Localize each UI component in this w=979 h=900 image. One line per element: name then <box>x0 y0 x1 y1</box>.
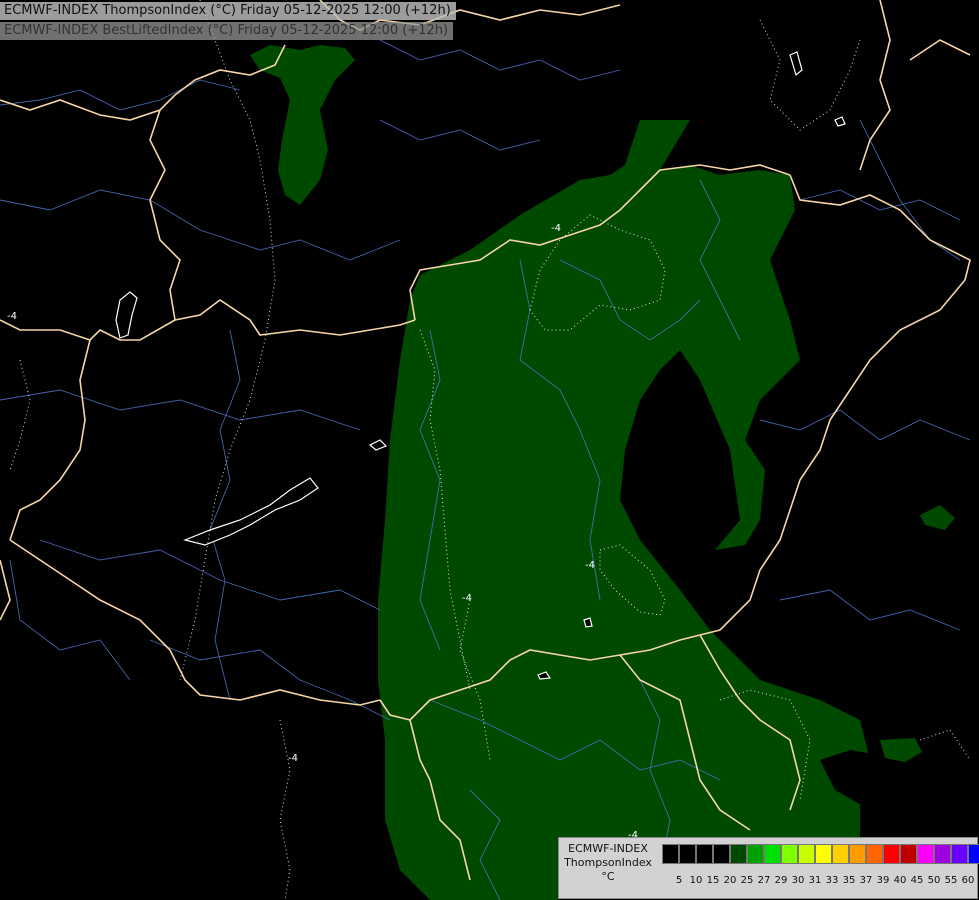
contour-label: -4 <box>585 560 595 571</box>
legend-tick-label: 31 <box>808 875 822 886</box>
legend-swatch <box>798 844 815 864</box>
legend-swatch <box>662 844 679 864</box>
legend-ticks: 5 10 15 20 25 27 29 30 31 33 35 37 39 40 45 50 55 60 <box>662 875 975 889</box>
legend-title-line2: ThompsonIndex <box>564 856 652 869</box>
legend-tick-label: 25 <box>740 875 754 886</box>
legend-swatch <box>934 844 951 864</box>
legend-swatch <box>917 844 934 864</box>
legend-tick-label: 60 <box>961 875 975 886</box>
legend-swatch <box>781 844 798 864</box>
legend-swatch <box>849 844 866 864</box>
legend-swatch <box>832 844 849 864</box>
legend-swatch <box>764 844 781 864</box>
legend-swatch <box>713 844 730 864</box>
color-legend: ECMWF-INDEX ThompsonIndex °C 5 10 15 20 25 27… <box>558 837 979 899</box>
legend-tick-label: 37 <box>859 875 873 886</box>
legend-label: ECMWF-INDEX ThompsonIndex °C <box>561 842 655 884</box>
map-title-secondary: ECMWF-INDEX BestLiftedIndex (°C) Friday … <box>0 22 454 40</box>
weather-map: -4 -4 -4 -4 -4 -4 <box>0 0 979 900</box>
legend-swatch <box>900 844 917 864</box>
legend-tick-label: 30 <box>791 875 805 886</box>
legend-unit: °C <box>601 870 615 883</box>
legend-tick-label: 5 <box>675 875 683 886</box>
legend-swatch <box>951 844 968 864</box>
legend-swatch <box>696 844 713 864</box>
legend-tick-label: 39 <box>876 875 890 886</box>
legend-tick-label: 15 <box>706 875 720 886</box>
contour-label: -4 <box>7 311 17 322</box>
lake-small-4 <box>583 617 593 628</box>
contour-label: -4 <box>288 753 298 764</box>
legend-tick-label: 45 <box>910 875 924 886</box>
legend-tick-label: 35 <box>842 875 856 886</box>
legend-swatch <box>815 844 832 864</box>
legend-tick-label: 29 <box>774 875 788 886</box>
legend-swatch <box>866 844 883 864</box>
legend-swatch <box>747 844 764 864</box>
map-title-primary: ECMWF-INDEX ThompsonIndex (°C) Friday 05… <box>0 2 456 20</box>
legend-tick-label: 50 <box>927 875 941 886</box>
legend-swatch <box>883 844 900 864</box>
legend-tick-label: 10 <box>689 875 703 886</box>
legend-swatch <box>730 844 747 864</box>
legend-tick-label: 33 <box>825 875 839 886</box>
legend-tick-label: 40 <box>893 875 907 886</box>
legend-swatch <box>968 844 979 864</box>
legend-tick-label: 55 <box>944 875 958 886</box>
legend-tick-label: 20 <box>723 875 737 886</box>
legend-swatches <box>662 844 979 864</box>
legend-title-line1: ECMWF-INDEX <box>568 842 648 855</box>
legend-swatch <box>679 844 696 864</box>
legend-tick-label: 27 <box>757 875 771 886</box>
contour-label: -4 <box>462 593 472 604</box>
contour-label: -4 <box>551 223 561 234</box>
